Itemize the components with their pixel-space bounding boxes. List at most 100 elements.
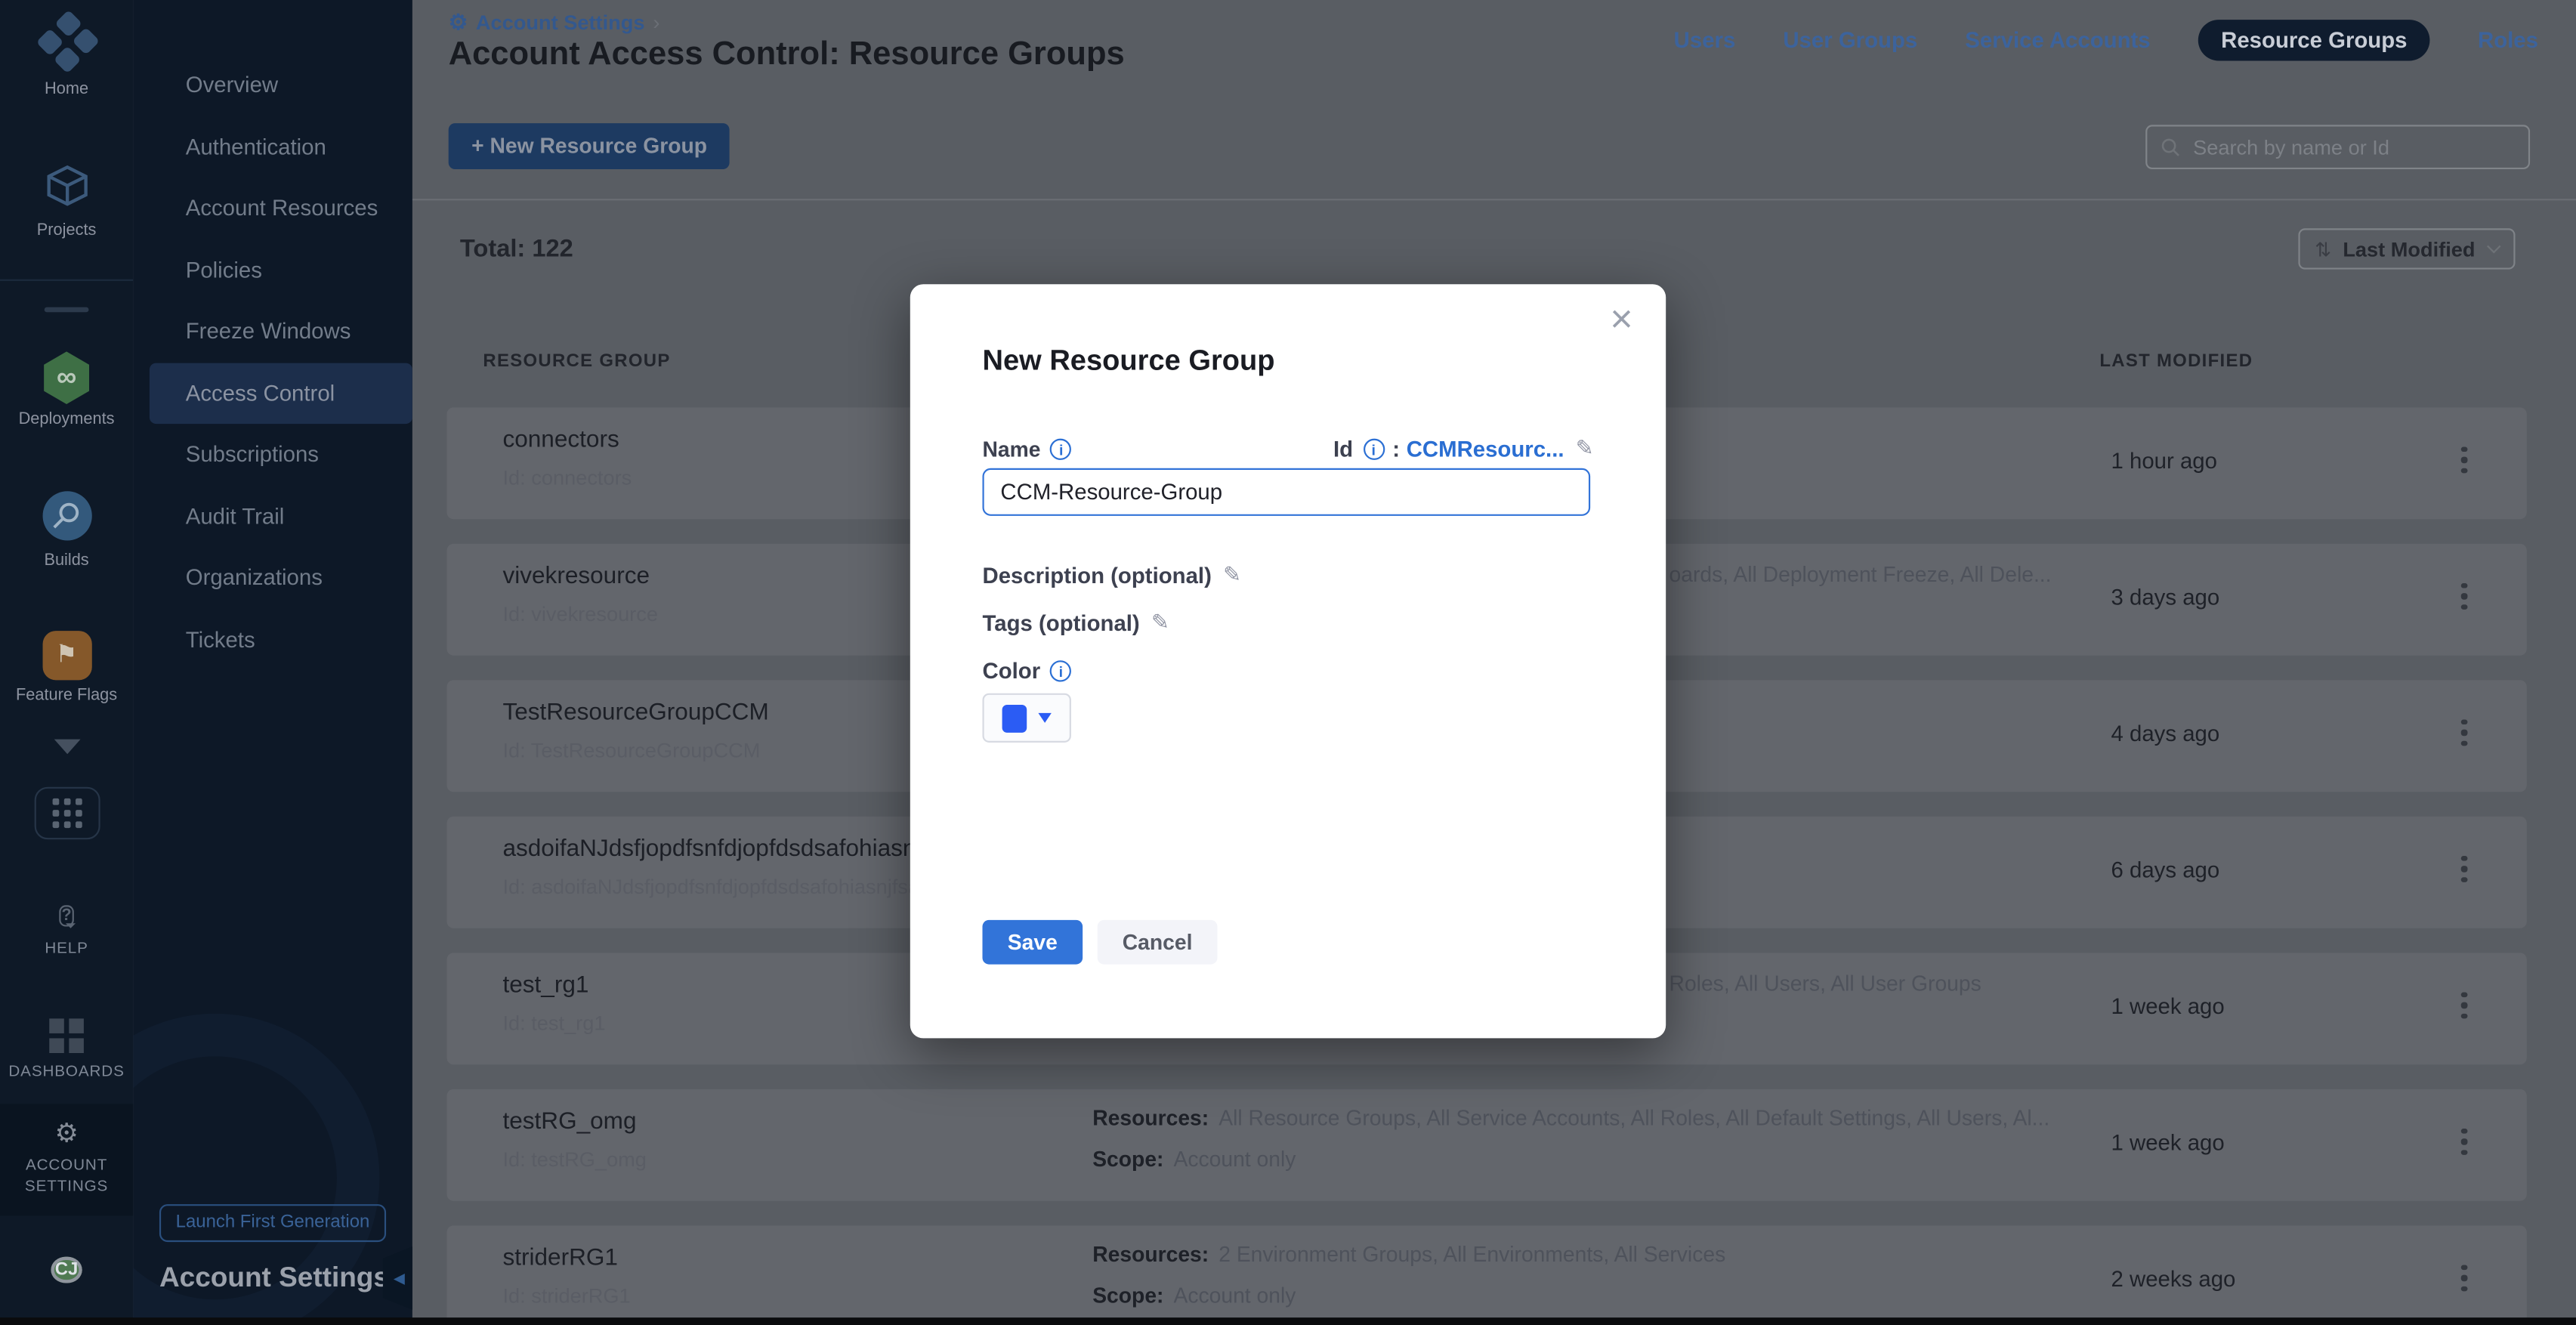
color-label: Color xyxy=(982,659,1040,684)
sidebar-item-freeze-windows[interactable]: Freeze Windows xyxy=(186,301,351,361)
row-last-modified: 6 days ago xyxy=(2111,857,2220,882)
row-name: testRG_omg xyxy=(502,1109,636,1135)
row-id: Id: asdoifaNJdsfjopdfsnfdjopfdsdsafohias… xyxy=(502,876,929,898)
tab-resource-groups-active[interactable]: Resource Groups xyxy=(2198,20,2430,60)
row-id: Id: testRG_omg xyxy=(502,1148,646,1171)
row-menu-kebab-icon[interactable] xyxy=(2450,1265,2479,1298)
new-resource-group-modal: × New Resource Group Name i Id i : CCMRe… xyxy=(910,284,1666,1038)
row-id: Id: striderRG1 xyxy=(502,1285,630,1308)
row-scope: Scope:Account only xyxy=(1092,1147,1296,1172)
scope-value: Account only xyxy=(1174,1283,1296,1308)
row-id: Id: TestResourceGroupCCM xyxy=(502,740,760,762)
save-button[interactable]: Save xyxy=(982,920,1083,965)
scope-label: Scope: xyxy=(1092,1147,1163,1172)
flag-icon: ⚑ xyxy=(42,631,91,680)
rail-item-account-settings[interactable]: ⚙ ACCOUNT SETTINGS xyxy=(0,1117,133,1196)
close-icon[interactable]: × xyxy=(1610,301,1632,340)
rail-label: HELP xyxy=(0,940,133,958)
rail-item-dashboards[interactable]: DASHBOARDS xyxy=(0,1018,133,1081)
sidebar-item-audit-trail[interactable]: Audit Trail xyxy=(186,486,285,546)
row-name: asdoifaNJdsfjopdfsnfdjopfdsdsafohiasnjf xyxy=(502,836,928,863)
row-last-modified: 1 hour ago xyxy=(2111,449,2217,474)
sidebar-title: Account Settings xyxy=(159,1262,389,1294)
rail-item-deployments[interactable]: ∞ Deployments xyxy=(0,351,133,428)
edit-pencil-icon[interactable]: ✎ xyxy=(1151,610,1169,636)
breadcrumb[interactable]: ⚙ Account Settings › xyxy=(449,10,660,36)
sidebar-item-policies[interactable]: Policies xyxy=(186,239,262,299)
row-last-modified: 2 weeks ago xyxy=(2111,1267,2236,1292)
breadcrumb-link[interactable]: Account Settings xyxy=(476,11,645,34)
sidebar-item-organizations[interactable]: Organizations xyxy=(186,547,323,607)
cancel-button[interactable]: Cancel xyxy=(1098,920,1218,965)
launch-first-generation-button[interactable]: Launch First Generation xyxy=(159,1204,386,1242)
rail-divider xyxy=(0,280,133,281)
resources-label: Resources: xyxy=(1092,1106,1209,1131)
rail-label: Feature Flags xyxy=(0,687,133,705)
row-menu-kebab-icon[interactable] xyxy=(2450,720,2479,752)
chevron-left-icon: ◀ xyxy=(394,1270,405,1286)
table-row[interactable]: striderRG1 Id: striderRG1 Resources: 2 En… xyxy=(447,1225,2527,1325)
row-scope: Scope:Account only xyxy=(1092,1283,1296,1308)
sidebar-item-authentication[interactable]: Authentication xyxy=(186,116,326,176)
search-box[interactable] xyxy=(2145,125,2530,169)
tab-users[interactable]: Users xyxy=(1674,28,1736,53)
sidebar-collapse-button[interactable]: ◀ xyxy=(383,1245,412,1311)
table-row[interactable]: testRG_omg Id: testRG_omg Resources:All … xyxy=(447,1089,2527,1201)
row-id: Id: test_rg1 xyxy=(502,1012,605,1035)
row-menu-kebab-icon[interactable] xyxy=(2450,583,2479,616)
row-menu-kebab-icon[interactable] xyxy=(2450,447,2479,480)
sidebar-item-overview[interactable]: Overview xyxy=(186,54,278,115)
edit-pencil-icon[interactable]: ✎ xyxy=(1576,435,1594,462)
resources-value: 2 Environment Groups, All Environments, … xyxy=(1219,1242,1725,1267)
row-menu-kebab-icon[interactable] xyxy=(2450,1129,2479,1161)
harness-account-settings-page: Home Projects ∞ Deployments Builds xyxy=(0,0,2576,1325)
deployments-hexagon-icon: ∞ xyxy=(40,351,93,404)
account-settings-sidebar: Overview Authentication Account Resource… xyxy=(133,0,412,1325)
resources-label: Resources: xyxy=(1092,1242,1209,1267)
color-picker-dropdown[interactable] xyxy=(982,693,1070,743)
row-name: striderRG1 xyxy=(502,1245,617,1271)
rail-item-help[interactable]: ? HELP xyxy=(0,905,133,958)
row-resources: Resources: 2 Environment Groups, All Envi… xyxy=(1092,1242,1725,1267)
rail-user-avatar[interactable]: CJ xyxy=(0,1249,133,1293)
tab-user-groups[interactable]: User Groups xyxy=(1783,28,1917,53)
edit-pencil-icon[interactable]: ✎ xyxy=(1223,562,1241,588)
screenshot-stage: Home Projects ∞ Deployments Builds xyxy=(0,0,2576,1325)
toolbar-divider xyxy=(411,199,2576,200)
rail-label: Home xyxy=(0,81,133,99)
search-input[interactable] xyxy=(2190,134,2516,160)
rail-item-projects[interactable]: Projects xyxy=(0,161,133,239)
new-resource-group-button[interactable]: + New Resource Group xyxy=(449,123,730,169)
sort-dropdown[interactable]: ⇅ Last Modified xyxy=(2298,228,2515,269)
info-icon: i xyxy=(1051,438,1072,459)
info-icon: i xyxy=(1050,660,1071,681)
sidebar-item-access-control[interactable]: Access Control xyxy=(186,363,335,423)
sidebar-item-subscriptions[interactable]: Subscriptions xyxy=(186,424,319,484)
color-row: Color i xyxy=(982,659,1593,684)
tab-roles[interactable]: Roles xyxy=(2478,28,2538,53)
sidebar-item-tickets[interactable]: Tickets xyxy=(186,609,255,669)
gear-icon: ⚙ xyxy=(449,10,468,35)
name-id-row: Name i Id i : CCMResourc... ✎ xyxy=(982,435,1593,462)
breadcrumb-separator: › xyxy=(653,11,659,34)
sidebar-item-account-resources[interactable]: Account Resources xyxy=(186,178,378,238)
rail-item-home[interactable]: Home xyxy=(0,17,133,99)
rail-item-builds[interactable]: Builds xyxy=(0,491,133,570)
row-menu-kebab-icon[interactable] xyxy=(2450,856,2479,888)
tab-service-accounts[interactable]: Service Accounts xyxy=(1965,28,2150,53)
name-label: Name xyxy=(982,436,1040,461)
id-value-link[interactable]: CCMResourc... xyxy=(1407,436,1564,461)
name-input[interactable] xyxy=(982,468,1590,516)
row-last-modified: 1 week ago xyxy=(2111,994,2225,1019)
sort-arrows-icon: ⇅ xyxy=(2315,237,2331,260)
id-label: Id xyxy=(1333,436,1353,461)
row-name: test_rg1 xyxy=(502,972,588,999)
rail-more-modules[interactable] xyxy=(0,754,133,772)
info-icon: i xyxy=(1363,438,1384,459)
description-label: Description (optional) xyxy=(982,563,1211,588)
chevron-down-icon xyxy=(2487,239,2500,253)
rail-module-grid-button[interactable] xyxy=(0,787,133,840)
rail-item-feature-flags[interactable]: ⚑ Feature Flags xyxy=(0,631,133,705)
search-icon xyxy=(2161,137,2180,158)
row-menu-kebab-icon[interactable] xyxy=(2450,993,2479,1025)
